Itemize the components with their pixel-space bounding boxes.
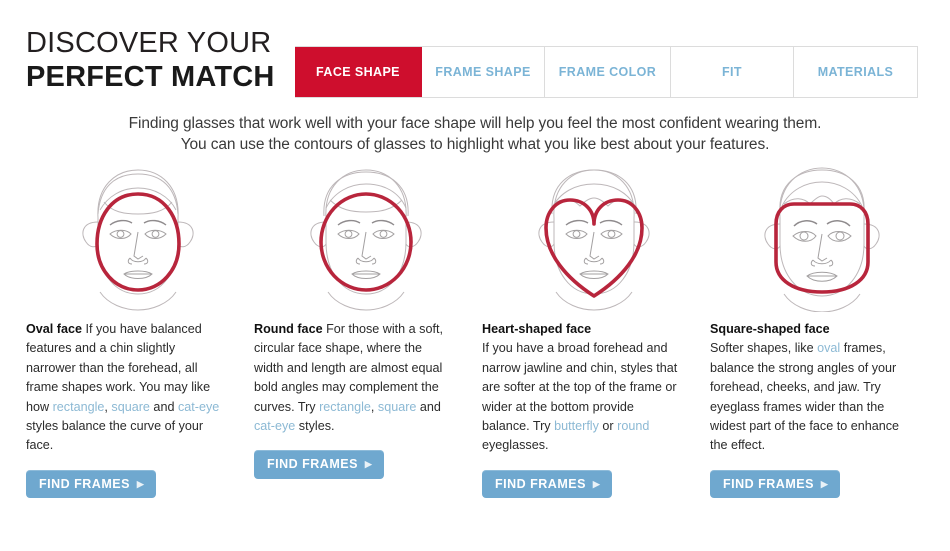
find-frames-button-square[interactable]: FIND FRAMES ▶ — [710, 469, 841, 499]
card-heart-heading: Heart-shaped face — [482, 322, 592, 336]
body-text: , — [370, 399, 378, 414]
card-heart: Heart-shaped face If you have a broad for… — [482, 162, 710, 499]
face-shape-cards: Oval face If you have balanced features … — [0, 162, 950, 499]
frame-style-link[interactable]: cat-eye — [254, 419, 295, 433]
heart-face-diagram — [538, 169, 650, 311]
oval-face-diagram — [82, 169, 194, 311]
tab-materials-label: MATERIALS — [817, 65, 894, 79]
page-title: DISCOVER YOUR PERFECT MATCH — [26, 26, 286, 94]
body-text: styles. — [295, 419, 335, 434]
find-frames-button-oval[interactable]: FIND FRAMES ▶ — [26, 469, 157, 499]
body-text: frames, balance the strong angles of you… — [710, 341, 900, 453]
tab-frame-color-label: FRAME COLOR — [558, 65, 657, 79]
page-subtitle-line-1: Finding glasses that work well with your… — [128, 115, 822, 132]
face-illustration-square — [710, 162, 938, 314]
frame-style-link[interactable]: cat-eye — [178, 400, 219, 414]
card-square-text: Square-shaped face Softer shapes, like ov… — [710, 320, 908, 456]
frame-style-link[interactable]: round — [617, 419, 649, 433]
tab-frame-color[interactable]: FRAME COLOR — [545, 47, 671, 97]
round-face-diagram — [310, 169, 422, 311]
card-round-text: Round face For those with a soft, circul… — [254, 320, 452, 436]
card-heart-body: If you have a broad forehead and narrow … — [482, 341, 677, 452]
page-subtitle: Finding glasses that work well with your… — [0, 113, 950, 155]
page-header: DISCOVER YOUR PERFECT MATCH FACE SHAPE F… — [0, 0, 950, 108]
frame-style-link[interactable]: oval — [817, 341, 840, 355]
find-frames-label-square: FIND FRAMES — [723, 476, 814, 491]
caret-right-icon: ▶ — [820, 478, 829, 489]
frame-style-link[interactable]: square — [378, 400, 417, 414]
tab-materials[interactable]: MATERIALS — [794, 47, 917, 97]
tab-fit[interactable]: FIT — [671, 47, 794, 97]
find-frames-label-oval: FIND FRAMES — [39, 476, 130, 491]
card-oval: Oval face If you have balanced features … — [26, 162, 254, 499]
body-text: Softer shapes, like — [710, 341, 818, 356]
tab-frame-shape-label: FRAME SHAPE — [435, 65, 531, 79]
frame-style-link[interactable]: rectangle — [53, 400, 105, 414]
card-square-heading: Square-shaped face — [710, 322, 830, 336]
caret-right-icon: ▶ — [592, 478, 601, 489]
tab-face-shape[interactable]: FACE SHAPE — [295, 47, 422, 97]
tab-navigation: FACE SHAPE FRAME SHAPE FRAME COLOR FIT M… — [295, 46, 918, 98]
card-square: Square-shaped face Softer shapes, like ov… — [710, 162, 938, 499]
card-oval-text: Oval face If you have balanced features … — [26, 320, 224, 456]
find-frames-label-heart: FIND FRAMES — [495, 476, 586, 491]
card-round-body: For those with a soft, circular face sha… — [254, 322, 443, 433]
face-illustration-round — [254, 162, 482, 314]
page-subtitle-line-2: You can use the contours of glasses to h… — [180, 136, 770, 153]
face-illustration-heart — [482, 162, 710, 314]
body-text: and — [149, 399, 178, 414]
body-text: or — [598, 419, 618, 434]
page-title-line-1: DISCOVER YOUR — [26, 27, 272, 59]
find-frames-button-round[interactable]: FIND FRAMES ▶ — [254, 450, 385, 479]
body-text: and — [416, 399, 441, 414]
card-oval-heading: Oval face — [26, 322, 83, 336]
body-text: eyeglasses. — [482, 438, 549, 453]
frame-style-link[interactable]: rectangle — [319, 400, 371, 414]
frame-style-link[interactable]: square — [111, 400, 150, 414]
find-frames-button-heart[interactable]: FIND FRAMES ▶ — [482, 469, 613, 499]
card-oval-body: If you have balanced features and a chin… — [26, 322, 219, 452]
card-round-heading: Round face — [254, 322, 323, 336]
tab-face-shape-label: FACE SHAPE — [316, 65, 400, 79]
body-text: styles balance the curve of your face. — [26, 419, 204, 453]
tab-frame-shape[interactable]: FRAME SHAPE — [422, 47, 545, 97]
find-frames-label-round: FIND FRAMES — [267, 457, 358, 472]
tab-fit-label: FIT — [722, 65, 742, 79]
face-illustration-oval — [26, 162, 254, 314]
frame-style-link[interactable]: butterfly — [554, 419, 599, 433]
card-round: Round face For those with a soft, circul… — [254, 162, 482, 498]
caret-right-icon: ▶ — [364, 459, 373, 470]
square-face-diagram — [764, 167, 880, 312]
page-title-line-2: PERFECT MATCH — [26, 61, 275, 93]
card-square-body: Softer shapes, like oval frames, balance… — [710, 341, 899, 452]
caret-right-icon: ▶ — [136, 478, 145, 489]
card-heart-text: Heart-shaped face If you have a broad for… — [482, 320, 680, 456]
